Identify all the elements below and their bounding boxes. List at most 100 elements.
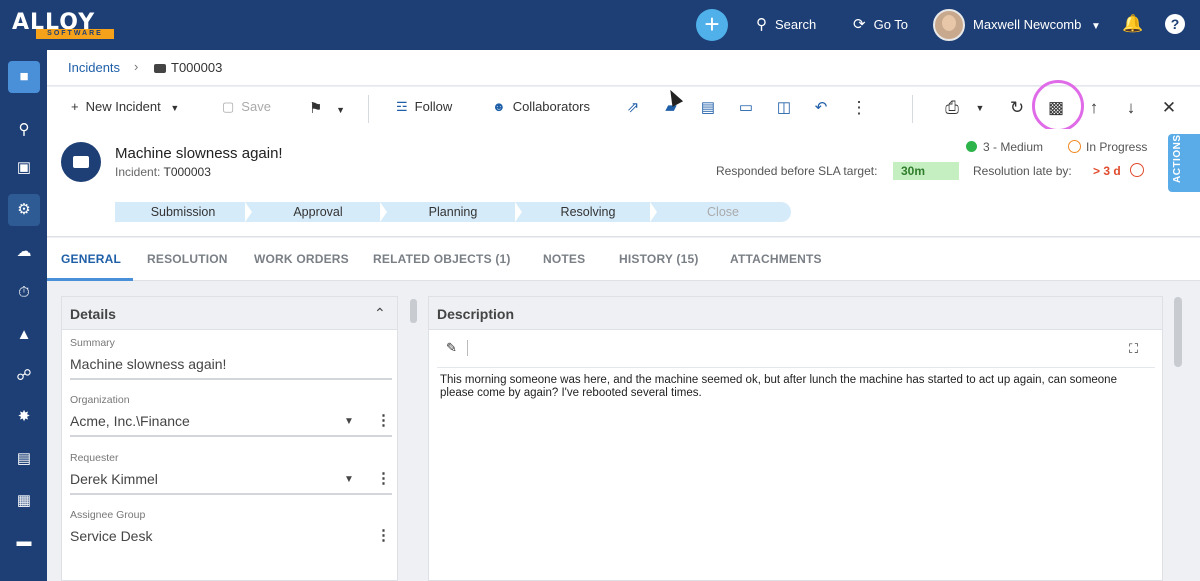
assignee-group-select[interactable]: Service Desk ⋮ [70, 526, 392, 552]
step-resolving: Resolving [520, 202, 656, 222]
bell-icon[interactable]: 🔔 [1122, 14, 1143, 36]
avatar[interactable] [933, 9, 965, 41]
translate-icon[interactable]: ▩ [1045, 97, 1067, 119]
flag-button[interactable]: ⚑ ▼ [309, 99, 345, 117]
more-vertical-icon[interactable]: ⋮ [376, 469, 391, 487]
assignee-group-value: Service Desk [70, 528, 153, 544]
refresh-icon[interactable]: ↻ [1006, 97, 1028, 119]
description-text[interactable]: This morning someone was here, and the m… [440, 374, 1140, 400]
chevron-down-icon: ▼ [336, 105, 345, 115]
undo-icon[interactable]: ↶ [810, 97, 832, 119]
summary-input[interactable]: Machine slowness again! [70, 356, 392, 380]
priority-label: 3 - Medium [983, 140, 1044, 154]
in-progress-icon [1068, 140, 1081, 153]
tab-work-orders[interactable]: WORK ORDERS [254, 252, 349, 266]
breadcrumb-incidents-link[interactable]: Incidents [68, 60, 120, 75]
goto-button[interactable]: ⟳ Go To [853, 0, 908, 50]
building-icon[interactable]: ▦ [8, 485, 40, 517]
print-icon[interactable]: ⎙ [941, 97, 963, 119]
inbox-icon[interactable]: ▣ [8, 152, 40, 184]
clock-icon [1130, 163, 1144, 177]
tab-related-objects[interactable]: RELATED OBJECTS (1) [373, 252, 511, 266]
late-value: > 3 d [1093, 164, 1121, 178]
arrow-up-icon[interactable]: ↑ [1083, 97, 1105, 119]
expand-icon[interactable]: ⛶ [1129, 341, 1138, 357]
clipboard-icon[interactable]: ▤ [697, 97, 719, 119]
record-id: T000003 [163, 165, 211, 179]
arrow-down-icon[interactable]: ↓ [1120, 97, 1142, 119]
monitor-icon[interactable]: ▭ [735, 97, 757, 119]
tab-resolution[interactable]: RESOLUTION [147, 252, 228, 266]
shapes-icon[interactable]: ▲ [8, 319, 40, 351]
organization-select[interactable]: Acme, Inc.\Finance ▼ ⋮ [70, 411, 392, 437]
pencil-icon[interactable]: ✎ [446, 340, 457, 356]
collaborators-button[interactable]: ☻ Collaborators [492, 99, 590, 114]
status-label: In Progress [1086, 140, 1148, 154]
step-close: Close [655, 202, 791, 222]
details-scrollbar[interactable] [410, 299, 417, 323]
breadcrumb: Incidents › T000003 [47, 50, 1200, 86]
details-title: Details [70, 306, 116, 322]
tab-notes[interactable]: NOTES [543, 252, 585, 266]
goto-label: Go To [873, 17, 909, 32]
description-panel: Description ✎ ⛶ This morning someone was… [428, 296, 1163, 581]
alloy-logo[interactable]: ALLOY SOFTWARE [12, 10, 116, 40]
rss-icon: ☲ [396, 99, 408, 114]
tab-history[interactable]: HISTORY (15) [619, 252, 699, 266]
search-icon[interactable]: ⚲ [8, 114, 40, 146]
top-bar: ALLOY SOFTWARE + ⚲ Search ⟳ Go To Maxwell … [0, 0, 1200, 50]
network-icon[interactable]: ◫ [773, 97, 795, 119]
save-icon: ▢ [222, 99, 235, 114]
step-approval: Approval [250, 202, 386, 222]
editor-divider [437, 367, 1155, 368]
search-button[interactable]: ⚲ Search [756, 0, 816, 50]
requester-select[interactable]: Derek Kimmel ▼ ⋮ [70, 469, 392, 495]
follow-button[interactable]: ☲ Follow [396, 99, 452, 115]
breadcrumb-current-label: T000003 [171, 60, 223, 75]
more-vertical-icon[interactable]: ⋮ [376, 411, 391, 429]
tab-general[interactable]: GENERAL [61, 252, 121, 266]
priority-indicator[interactable]: 3 - Medium [966, 140, 1043, 154]
caret-down-icon[interactable]: ▼ [344, 474, 354, 485]
tray-icon[interactable]: ▬ [8, 526, 40, 558]
toolbar-divider [368, 95, 369, 123]
dashboard-icon[interactable]: ⏱ [8, 277, 40, 309]
tab-attachments[interactable]: ATTACHMENTS [730, 252, 822, 266]
folder-icon[interactable]: ■ [8, 61, 40, 93]
actions-tab[interactable]: ACTIONS [1168, 134, 1200, 192]
caret-down-icon[interactable]: ▼ [344, 416, 354, 427]
new-incident-button[interactable]: + New Incident ▼ [71, 99, 179, 114]
chevron-up-icon[interactable]: ⌃ [374, 305, 386, 322]
late-label: Resolution late by: [973, 164, 1072, 178]
close-icon[interactable]: ✕ [1158, 97, 1180, 119]
ticket-icon [61, 142, 101, 182]
flag-icon: ⚑ [309, 100, 323, 117]
goto-icon: ⟳ [853, 16, 866, 33]
save-button[interactable]: ▢ Save [222, 99, 271, 115]
cloud-gear-icon[interactable]: ☁ [8, 236, 40, 268]
breadcrumb-current: T000003 [154, 60, 222, 75]
help-button[interactable]: ? [1165, 14, 1185, 34]
status-indicator[interactable]: In Progress [1068, 140, 1147, 154]
record-tabs: GENERAL RESOLUTION WORK ORDERS RELATED O… [47, 238, 1200, 281]
more-vertical-icon[interactable]: ⋮ [376, 526, 391, 544]
save-label: Save [241, 99, 271, 114]
chevron-down-icon[interactable]: ▼ [969, 97, 991, 119]
organization-label: Organization [70, 394, 130, 406]
search-label: Search [775, 17, 817, 32]
editor-divider [467, 340, 468, 356]
more-vertical-icon[interactable]: ⋮ [848, 97, 870, 119]
plus-icon: + [71, 99, 79, 114]
service-desk-icon[interactable]: ⚙ [8, 194, 40, 226]
network-icon[interactable]: ✸ [8, 401, 40, 433]
cart-icon[interactable]: ☍ [8, 360, 40, 392]
add-new-button[interactable]: + [696, 9, 728, 41]
books-icon[interactable]: ▤ [8, 443, 40, 475]
summary-field: Summary Machine slowness again! [70, 337, 392, 380]
assignee-group-field: Assignee Group Service Desk ⋮ [70, 509, 392, 552]
page-scrollbar[interactable] [1174, 297, 1182, 367]
actions-label: ACTIONS [1172, 134, 1183, 184]
details-header[interactable]: Details ⌃ [62, 297, 397, 330]
user-menu[interactable]: Maxwell Newcomb ▼ [973, 0, 1101, 50]
escalate-icon[interactable]: ⇗ [622, 97, 644, 119]
